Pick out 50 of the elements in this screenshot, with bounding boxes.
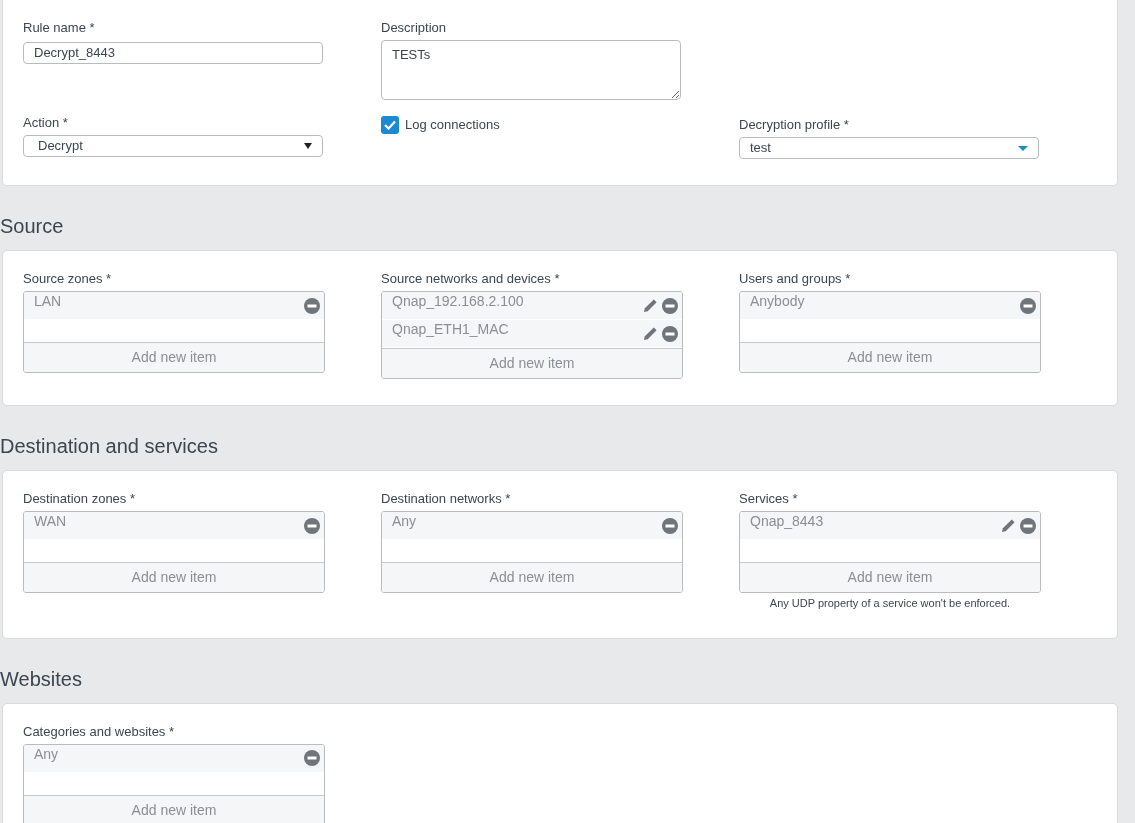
input-field[interactable]: Decrypt_8443	[23, 41, 323, 64]
remove-icon[interactable]	[662, 517, 678, 534]
list-item[interactable]: Qnap_192.168.2.100	[382, 292, 682, 320]
field-label: Action *	[23, 115, 69, 131]
remove-icon[interactable]	[662, 297, 678, 314]
field-label: Source networks and devices *	[381, 271, 561, 287]
add-item-button[interactable]: Add new item	[740, 342, 1040, 372]
section-title: Websites	[0, 666, 83, 692]
pencil-icon[interactable]	[1001, 518, 1016, 533]
remove-icon[interactable]	[304, 517, 320, 534]
add-item-button[interactable]: Add new item	[382, 348, 682, 378]
add-item-button[interactable]: Add new item	[24, 562, 324, 592]
field-label: Categories and websites *	[23, 723, 176, 740]
list-item[interactable]: Qnap_8443	[740, 512, 1040, 540]
field-label: Users and groups *	[739, 271, 852, 287]
add-item-button[interactable]: Add new item	[382, 562, 682, 592]
remove-icon[interactable]	[1020, 297, 1036, 314]
checkbox[interactable]	[381, 115, 399, 134]
field-note: Any UDP property of a service won't be enforced.	[768, 596, 1012, 611]
list-item[interactable]: WAN	[24, 512, 324, 540]
field-label: Services *	[739, 491, 799, 507]
select-field[interactable]: test	[739, 137, 1039, 159]
list-item[interactable]: Anybody	[740, 292, 1040, 320]
field-label: Rule name *	[23, 20, 96, 36]
list-item[interactable]: LAN	[24, 292, 324, 320]
remove-icon[interactable]	[304, 297, 320, 314]
field-label: Destination zones *	[23, 491, 136, 507]
add-item-button[interactable]: Add new item	[740, 562, 1040, 592]
check-icon	[384, 119, 396, 130]
pencil-icon[interactable]	[643, 326, 658, 341]
select-field[interactable]: Decrypt	[23, 135, 323, 157]
field-label: Destination networks *	[381, 491, 512, 507]
remove-icon[interactable]	[662, 325, 678, 342]
list-item[interactable]: Any	[382, 512, 682, 540]
caret-icon	[1018, 145, 1028, 151]
list-item[interactable]: Any	[24, 744, 324, 773]
checkbox-label: Log connections	[405, 116, 500, 134]
add-item-button[interactable]: Add new item	[24, 342, 324, 372]
section-title: Source	[0, 214, 65, 239]
field-label: Decryption profile *	[739, 117, 850, 133]
field-label: Source zones *	[23, 271, 113, 287]
pencil-icon[interactable]	[643, 298, 658, 313]
caret-icon	[304, 143, 312, 149]
add-item-button[interactable]: Add new item	[24, 794, 324, 823]
list-item[interactable]: Qnap_ETH1_MAC	[382, 320, 682, 348]
text-area[interactable]: TESTs	[381, 40, 681, 100]
remove-icon[interactable]	[1020, 517, 1036, 534]
field-label: Description	[381, 20, 448, 36]
section-title: Destination and services	[0, 434, 219, 459]
remove-icon[interactable]	[304, 750, 320, 766]
